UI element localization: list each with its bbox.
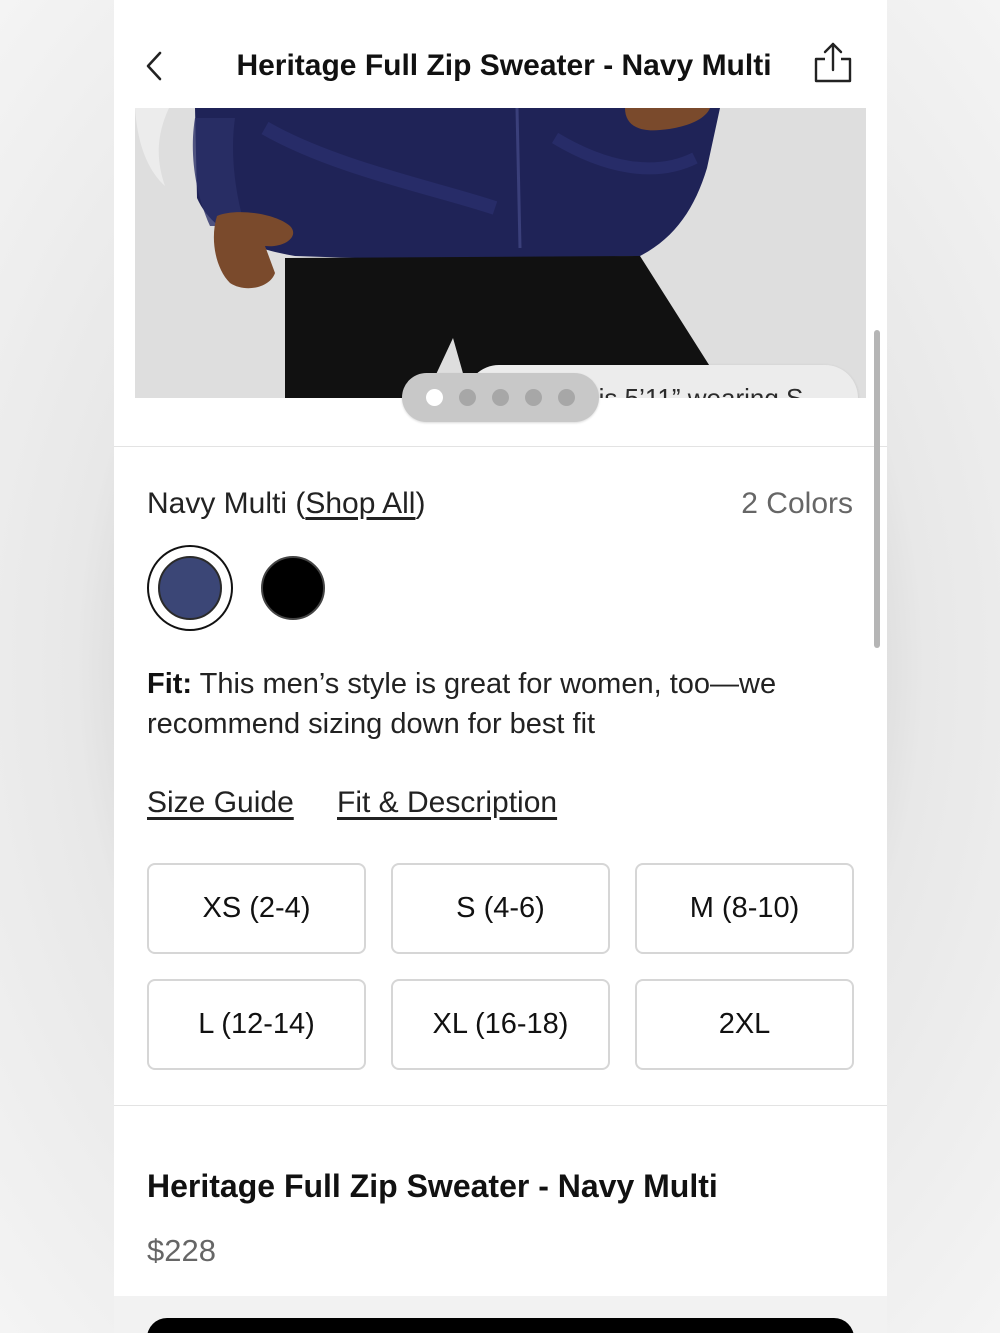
shop-all-open: (: [287, 487, 306, 520]
shop-all-close: ): [415, 487, 426, 520]
divider: [114, 446, 887, 447]
color-name: Navy Multi: [147, 487, 288, 520]
product-image[interactable]: Model is 5’11” wearing S: [135, 108, 866, 398]
product-photo: [135, 108, 866, 398]
share-button[interactable]: [812, 40, 854, 86]
carousel-dot[interactable]: [459, 389, 476, 406]
carousel-dot[interactable]: [426, 389, 443, 406]
share-icon: [814, 42, 852, 83]
swatch-color: [158, 556, 222, 620]
product-name: Heritage Full Zip Sweater - Navy Multi: [147, 1168, 718, 1204]
product-price: $228: [147, 1233, 216, 1268]
swatch-color: [261, 556, 325, 620]
back-button[interactable]: [140, 44, 170, 88]
size-option-2xl[interactable]: 2XL: [635, 979, 854, 1070]
page-title: Heritage Full Zip Sweater - Navy Multi: [236, 49, 772, 82]
size-option-xl[interactable]: XL (16-18): [391, 979, 610, 1070]
size-guide-link[interactable]: Size Guide: [147, 783, 294, 823]
fit-label: Fit:: [147, 668, 193, 700]
swatch-black[interactable]: [250, 545, 336, 631]
fit-description-link[interactable]: Fit & Description: [337, 783, 557, 823]
shop-all-link[interactable]: Shop All: [305, 487, 415, 520]
swatch-navy-multi[interactable]: [147, 545, 233, 631]
divider: [114, 1105, 887, 1106]
size-option-xs[interactable]: XS (2-4): [147, 863, 366, 954]
size-option-s[interactable]: S (4-6): [391, 863, 610, 954]
size-option-m[interactable]: M (8-10): [635, 863, 854, 954]
size-option-l[interactable]: L (12-14): [147, 979, 366, 1070]
scrollbar[interactable]: [874, 330, 880, 648]
top-bar: Heritage Full Zip Sweater - Navy Multi: [114, 0, 887, 108]
carousel-indicator[interactable]: [402, 373, 599, 422]
carousel-dot[interactable]: [492, 389, 509, 406]
bubble-tail: [135, 108, 169, 186]
chevron-left-icon: [146, 51, 162, 81]
carousel-dot[interactable]: [525, 389, 542, 406]
fit-text: This men’s style is great for women, too…: [147, 668, 777, 740]
selected-color-label: Navy Multi (Shop All): [147, 485, 425, 523]
product-screen: Heritage Full Zip Sweater - Navy Multi M…: [114, 0, 887, 1333]
fit-note: Fit: This men’s style is great for women…: [147, 664, 847, 744]
colors-count: 2 Colors: [741, 487, 853, 520]
add-to-bag-button[interactable]: [147, 1318, 854, 1333]
carousel-dot[interactable]: [558, 389, 575, 406]
